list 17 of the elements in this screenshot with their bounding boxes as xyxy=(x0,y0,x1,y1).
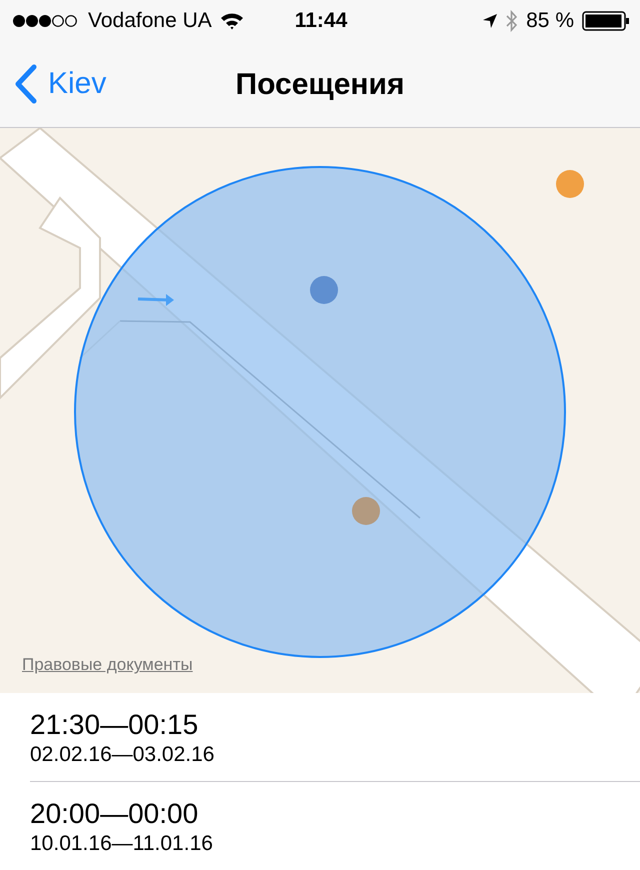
visit-time: 20:00—00:00 xyxy=(30,798,200,830)
battery-icon xyxy=(582,10,630,31)
chevron-left-icon xyxy=(14,64,38,104)
signal-icon xyxy=(12,14,80,28)
visit-row[interactable]: 21:30—00:15 02.02.16—03.02.16 xyxy=(30,692,640,782)
visit-time: 21:30—00:15 xyxy=(30,708,200,741)
bluetooth-icon xyxy=(506,10,518,32)
carrier-name: Vodafone UA xyxy=(88,8,212,33)
legal-documents-link[interactable]: Правовые документы xyxy=(22,655,193,676)
location-arrow-icon xyxy=(482,12,498,29)
wifi-icon xyxy=(220,12,244,30)
visit-row[interactable]: 20:00—00:00 10.01.16—11.01.16 xyxy=(30,782,640,870)
screen-title: Посещения xyxy=(236,68,404,102)
clock: 11:44 xyxy=(294,8,348,33)
visit-dates: 02.02.16—03.02.16 xyxy=(30,742,216,767)
visit-dates: 10.01.16—11.01.16 xyxy=(30,832,214,856)
battery-percent: 85 % xyxy=(526,8,574,33)
